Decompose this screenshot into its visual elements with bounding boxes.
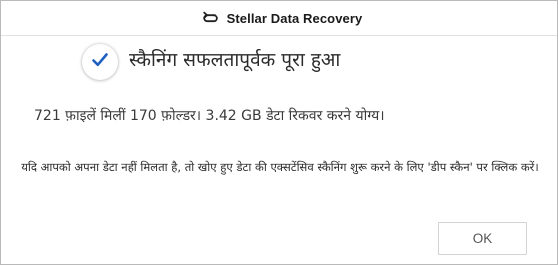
title-divider bbox=[1, 35, 557, 36]
stellar-logo-icon bbox=[202, 10, 219, 27]
success-badge bbox=[82, 44, 118, 80]
title-group: Stellar Data Recovery bbox=[202, 10, 363, 27]
scan-complete-dialog: Stellar Data Recovery स्कैनिंग सफलतापूर्… bbox=[0, 0, 558, 265]
title-bar: Stellar Data Recovery bbox=[1, 1, 557, 35]
scan-status-heading: स्कैनिंग सफलतापूर्वक पूरा हुआ bbox=[129, 49, 341, 71]
checkmark-icon bbox=[91, 52, 109, 72]
scan-summary-text: 721 फ़ाइलें मिलीं 170 फ़ोल्डर। 3.42 GB ड… bbox=[34, 108, 385, 124]
window-title: Stellar Data Recovery bbox=[226, 10, 363, 26]
deep-scan-hint: यदि आपको अपना डेटा नहीं मिलता है, तो खोए… bbox=[21, 160, 539, 174]
ok-button[interactable]: OK bbox=[438, 222, 527, 255]
